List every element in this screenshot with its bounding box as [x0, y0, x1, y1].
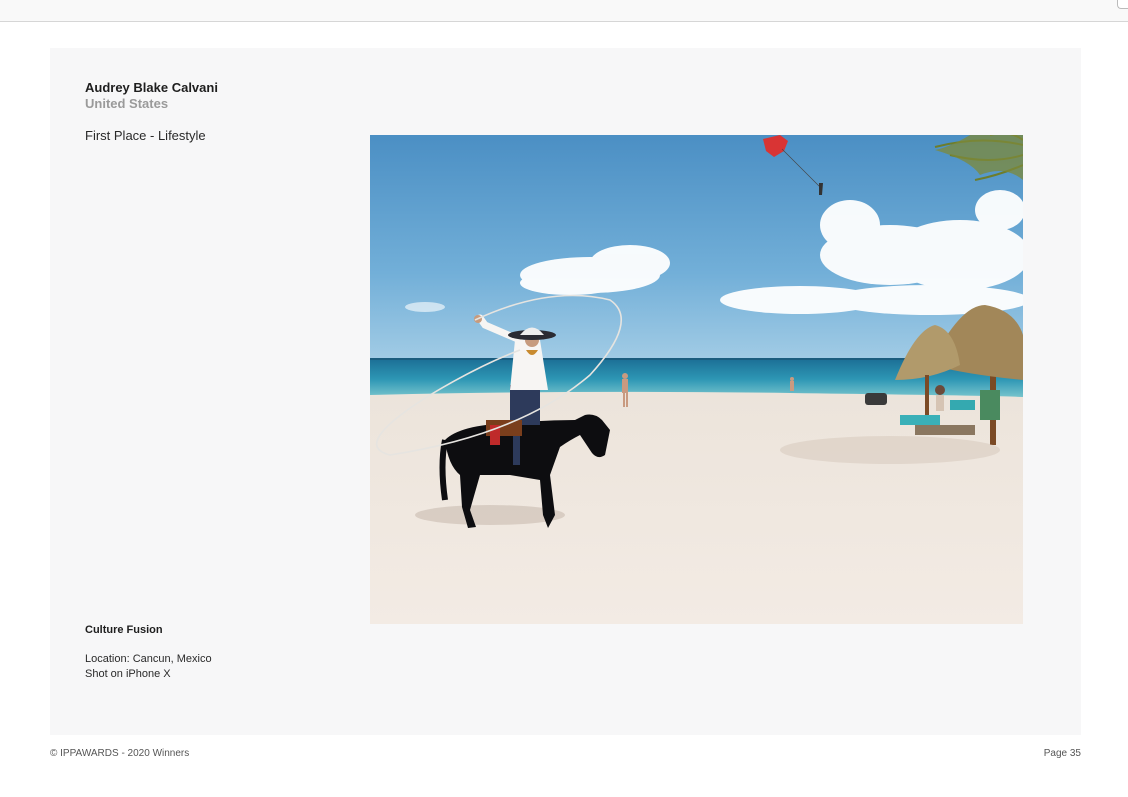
winning-photo — [370, 135, 1023, 624]
author-country: United States — [85, 96, 169, 111]
author-name: Audrey Blake Calvani — [85, 80, 218, 95]
footer-copyright: © IPPAWARDS - 2020 Winners — [50, 748, 190, 759]
footer-page-number: Page 35 — [1043, 748, 1081, 759]
award-category: First Place - Lifestyle — [85, 128, 206, 143]
window-corner-control[interactable] — [1117, 0, 1128, 9]
browser-top-bar — [0, 0, 1128, 22]
photo-location: Location: Cancun, Mexico — [85, 653, 212, 665]
photo-device: Shot on iPhone X — [85, 668, 171, 680]
photo-title: Culture Fusion — [85, 624, 163, 636]
